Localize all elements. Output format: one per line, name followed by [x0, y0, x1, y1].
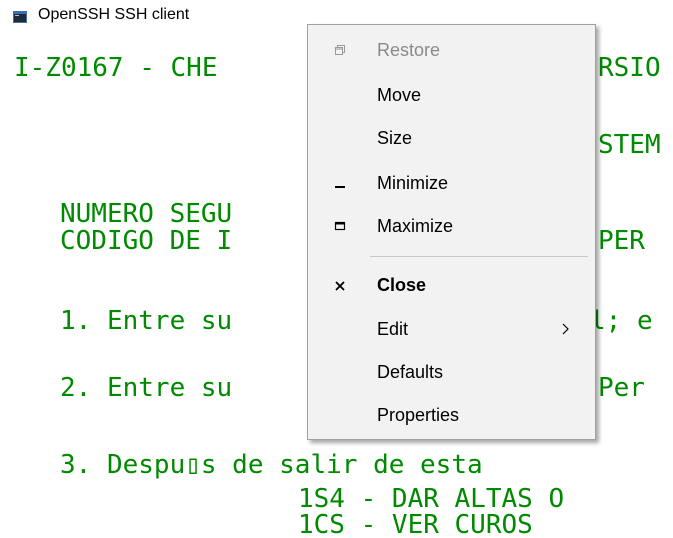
menu-separator — [370, 256, 588, 257]
minimize-icon — [328, 163, 352, 203]
terminal-line: RSIO — [598, 53, 661, 83]
restore-icon — [328, 30, 352, 70]
console-window: OpenSSH SSH client I-Z0167 - CHE RSIO ST… — [0, 0, 673, 538]
terminal-line: NUMERO SEGU — [60, 199, 233, 229]
console-window-icon[interactable] — [13, 11, 27, 23]
terminal-line: STEM — [598, 130, 661, 160]
terminal-line: Per — [598, 373, 645, 403]
terminal-line: PER — [598, 226, 645, 256]
window-title: OpenSSH SSH client — [38, 6, 190, 23]
terminal-line: 1CS - VER CUROS — [298, 510, 533, 538]
menu-item-label: Defaults — [377, 362, 444, 382]
menu-item-minimize[interactable]: Minimize — [309, 163, 594, 203]
menu-item-edit[interactable]: Edit — [309, 309, 594, 349]
terminal-line: CODIGO DE I — [60, 226, 233, 256]
menu-item-label: Size — [377, 128, 413, 148]
maximize-icon — [328, 206, 352, 246]
terminal-line: 3. Despu▯s de salir de esta — [60, 450, 483, 480]
menu-item-maximize[interactable]: Maximize — [309, 206, 594, 246]
menu-item-close[interactable]: Close — [309, 265, 594, 305]
menu-item-label: Edit — [377, 319, 409, 339]
menu-item-defaults[interactable]: Defaults — [309, 352, 594, 392]
menu-item-label: Minimize — [377, 173, 449, 193]
menu-item-size[interactable]: Size — [309, 118, 594, 158]
terminal-line: 1S4 - DAR ALTAS O — [298, 484, 565, 514]
menu-item-label: Close — [377, 275, 427, 295]
menu-item-label: Move — [377, 85, 422, 105]
system-context-menu: Restore Move Size Minimize Maximize Clos… — [307, 24, 596, 440]
menu-item-label: Restore — [377, 40, 441, 60]
menu-item-properties[interactable]: Properties — [309, 395, 594, 435]
close-icon — [328, 265, 352, 305]
terminal-line: l; e — [590, 306, 653, 336]
chevron-right-icon — [562, 323, 569, 335]
terminal-line: I-Z0167 - CHE — [14, 53, 218, 83]
menu-item-label: Properties — [377, 405, 460, 425]
terminal-line: 1. Entre su — [60, 306, 233, 336]
menu-item-restore[interactable]: Restore — [309, 30, 594, 70]
terminal-line: 2. Entre su — [60, 373, 233, 403]
menu-item-move[interactable]: Move — [309, 75, 594, 115]
menu-item-label: Maximize — [377, 216, 454, 236]
